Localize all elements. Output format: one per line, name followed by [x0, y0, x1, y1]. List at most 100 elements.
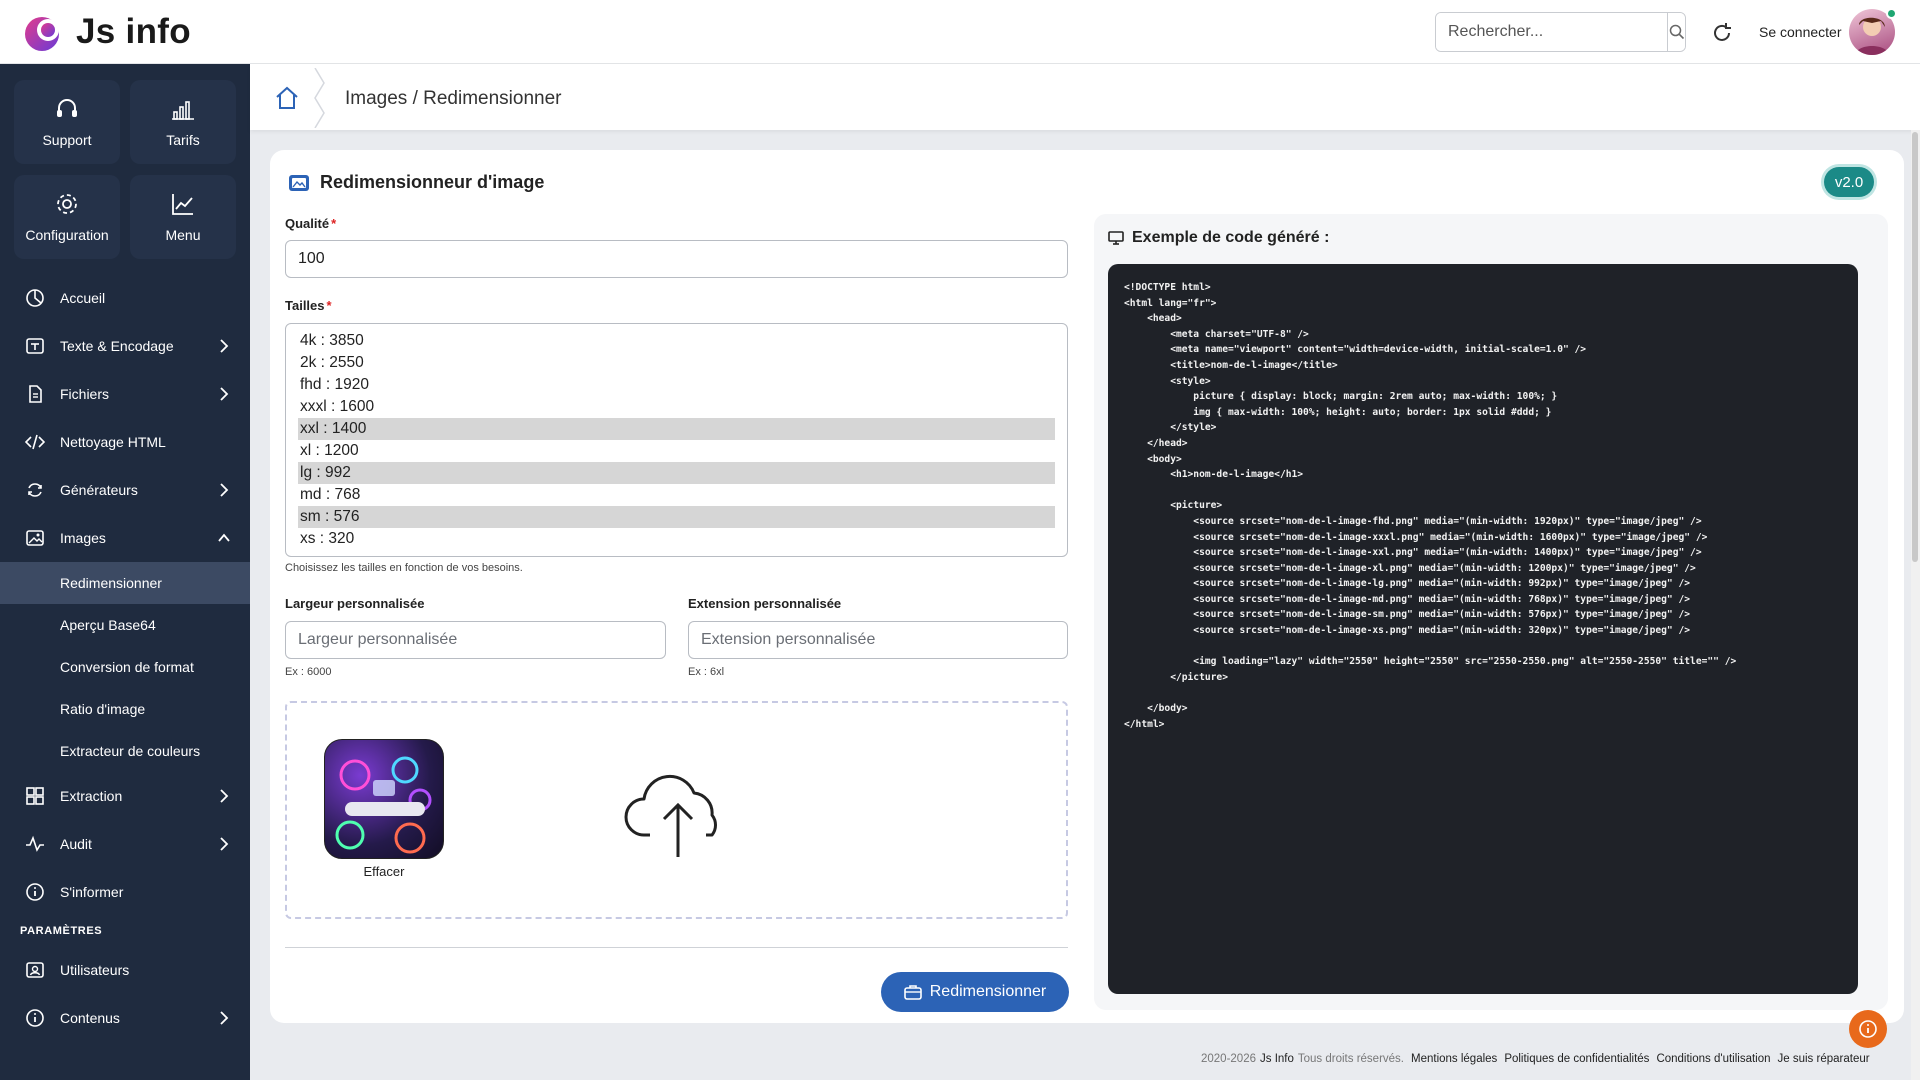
- footer-brand[interactable]: Js Info: [1260, 1053, 1294, 1065]
- sizes-select[interactable]: 4k : 3850 2k : 2550 fhd : 1920 xxxl : 16…: [285, 323, 1068, 557]
- grid-icon: [26, 787, 44, 805]
- refresh-icon[interactable]: [1709, 20, 1735, 46]
- size-option[interactable]: fhd : 1920: [298, 374, 1055, 396]
- size-option[interactable]: 2k : 2550: [298, 352, 1055, 374]
- sidebar-item-label: Images: [60, 530, 106, 546]
- sidebar-item-sinformer[interactable]: S'informer: [0, 868, 250, 916]
- card-title-text: Redimensionneur d'image: [320, 172, 545, 192]
- sidebar-item-accueil[interactable]: Accueil: [0, 274, 250, 322]
- sidebar-item-label: S'informer: [60, 884, 124, 900]
- footer-link-terms[interactable]: Conditions d'utilisation: [1656, 1053, 1770, 1065]
- top-bar: Js info Se connecter: [0, 0, 1920, 64]
- sidebar-subitem-ratio-image[interactable]: Ratio d'image: [0, 688, 250, 730]
- sidebar-nav: Accueil Texte & Encodage Fichiers Nettoy…: [0, 274, 250, 1042]
- sidebar-item-label: Générateurs: [60, 482, 138, 498]
- footer-link-mentions[interactable]: Mentions légales: [1411, 1053, 1497, 1065]
- custom-extension-input[interactable]: [688, 621, 1068, 659]
- sidebar-item-label: Accueil: [60, 290, 106, 306]
- quality-input[interactable]: [285, 240, 1068, 278]
- bar-chart-icon: [172, 101, 194, 120]
- sidebar-item-extraction[interactable]: Extraction: [0, 772, 250, 820]
- sidebar-item-texte-encodage[interactable]: Texte & Encodage: [0, 322, 250, 370]
- generated-code: <!DOCTYPE html> <html lang="fr"> <head> …: [1124, 282, 1737, 730]
- chevron-up-icon: [218, 533, 230, 542]
- size-option-selected[interactable]: lg : 992: [298, 462, 1055, 484]
- scrollbar-thumb[interactable]: [1912, 132, 1918, 562]
- sizes-hint: Choisissez les tailles en fonction de vo…: [285, 562, 523, 574]
- info-icon: [26, 883, 44, 901]
- size-option[interactable]: xs : 320: [298, 528, 1055, 550]
- required-mark: *: [331, 216, 337, 231]
- chevron-right-icon: [220, 483, 229, 497]
- clear-image-link[interactable]: Effacer: [324, 864, 444, 879]
- sidebar-item-images[interactable]: Images: [0, 514, 250, 562]
- sizes-label-text: Tailles: [285, 298, 325, 313]
- image-icon: [26, 530, 44, 546]
- custom-width-input[interactable]: [285, 621, 666, 659]
- app-title: Js info: [76, 12, 191, 51]
- pulse-icon: [26, 835, 44, 852]
- tile-support[interactable]: Support: [14, 80, 120, 164]
- sidebar-item-nettoyage-html[interactable]: Nettoyage HTML: [0, 418, 250, 466]
- resizer-card: Redimensionneur d'image v2.0 Qualité* Ta…: [270, 150, 1904, 1023]
- sidebar-subitem-conversion-format[interactable]: Conversion de format: [0, 646, 250, 688]
- footer-link-repairer[interactable]: Je suis réparateur: [1778, 1053, 1870, 1065]
- size-option[interactable]: 4k : 3850: [298, 330, 1055, 352]
- search-icon: [1669, 24, 1684, 40]
- code-icon: [25, 434, 45, 450]
- file-icon: [29, 385, 42, 403]
- width-hint: Ex : 6000: [285, 666, 332, 678]
- login-link[interactable]: Se connecter: [1759, 24, 1842, 40]
- size-option[interactable]: xxxl : 1600: [298, 396, 1055, 418]
- divider: [285, 947, 1068, 948]
- sidebar-item-label: Audit: [60, 836, 92, 852]
- size-option[interactable]: xl : 1200: [298, 440, 1055, 462]
- sidebar-subitem-redimensionner[interactable]: Redimensionner: [0, 562, 250, 604]
- width-label: Largeur personnalisée: [285, 596, 425, 611]
- code-example-panel: Exemple de code généré : <!DOCTYPE html>…: [1094, 214, 1888, 1010]
- search-button[interactable]: [1667, 13, 1685, 51]
- size-option[interactable]: md : 768: [298, 484, 1055, 506]
- sidebar-item-audit[interactable]: Audit: [0, 820, 250, 868]
- sidebar-item-label: Nettoyage HTML: [60, 434, 166, 450]
- breadcrumb-text: Images / Redimensionner: [345, 88, 562, 109]
- info-fab-button[interactable]: [1849, 1010, 1887, 1048]
- sidebar-item-label: Extraction: [60, 788, 123, 804]
- search-box: [1435, 12, 1686, 52]
- size-option-selected[interactable]: xxl : 1400: [298, 418, 1055, 440]
- gear-icon: [57, 194, 77, 214]
- sidebar-item-label: Contenus: [60, 1010, 120, 1026]
- sidebar-subitem-extracteur-couleurs[interactable]: Extracteur de couleurs: [0, 730, 250, 772]
- headset-icon: [57, 99, 77, 117]
- cloud-upload-icon[interactable]: [622, 765, 734, 859]
- upload-dropzone[interactable]: Effacer: [285, 701, 1068, 919]
- search-input[interactable]: [1436, 13, 1667, 51]
- user-card-icon: [26, 962, 44, 978]
- sidebar-item-utilisateurs[interactable]: Utilisateurs: [0, 946, 250, 994]
- sidebar-item-generateurs[interactable]: Générateurs: [0, 466, 250, 514]
- pie-icon: [26, 289, 44, 307]
- home-icon[interactable]: [274, 85, 300, 111]
- online-status-dot: [1886, 8, 1897, 19]
- tile-configuration[interactable]: Configuration: [14, 175, 120, 259]
- section-title-parametres: PARAMÈTRES: [20, 925, 103, 937]
- chevron-right-icon: [220, 387, 229, 401]
- footer-link-privacy[interactable]: Politiques de confidentialités: [1504, 1053, 1649, 1065]
- sidebar-subitem-apercu-base64[interactable]: Aperçu Base64: [0, 604, 250, 646]
- sidebar: Support Tarifs Configuration Menu Accuei…: [0, 64, 250, 1080]
- info-icon: [26, 1009, 44, 1027]
- thumbnail-overlay-bar: [345, 802, 425, 816]
- resize-button[interactable]: Redimensionner: [881, 972, 1069, 1012]
- logo[interactable]: Js info: [22, 10, 191, 54]
- info-icon: [1859, 1020, 1877, 1038]
- sidebar-item-fichiers[interactable]: Fichiers: [0, 370, 250, 418]
- card-title: Redimensionneur d'image: [288, 172, 544, 193]
- image-thumbnail[interactable]: [324, 739, 444, 859]
- sidebar-item-contenus[interactable]: Contenus: [0, 994, 250, 1042]
- tile-tarifs[interactable]: Tarifs: [130, 80, 236, 164]
- footer-copyright: 2020-2026: [1201, 1053, 1256, 1065]
- code-title: Exemple de code généré :: [1108, 229, 1329, 247]
- tile-menu[interactable]: Menu: [130, 175, 236, 259]
- code-block[interactable]: <!DOCTYPE html> <html lang="fr"> <head> …: [1108, 264, 1858, 994]
- size-option-selected[interactable]: sm : 576: [298, 506, 1055, 528]
